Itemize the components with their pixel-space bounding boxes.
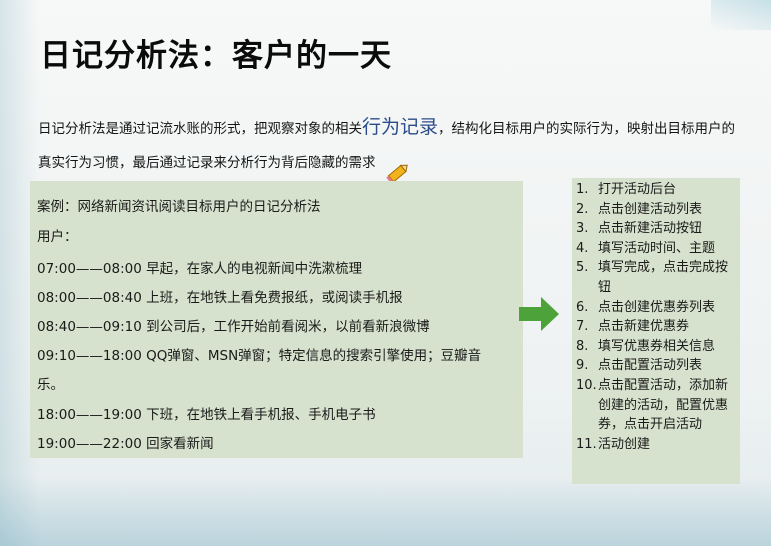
case-box: 案例：网络新闻资讯阅读目标用户的日记分析法 用户： 07:00——08:00 早… bbox=[30, 181, 523, 458]
step-item: 2. 点击创建活动列表 bbox=[576, 201, 703, 217]
step-item: 10. 点击配置活动，添加新创建的活动，配置优惠券，点击开启活动 bbox=[576, 377, 729, 433]
slide-title: 日记分析法：客户的一天 bbox=[40, 38, 392, 74]
case-line: 18:00——19:00 下班，在地铁上看手机报、手机电子书 bbox=[37, 407, 376, 423]
steps-box: 1. 打开活动后台 2. 点击创建活动列表 3. 点击新建活动按钮 4. 填写活动时间、… bbox=[572, 178, 740, 484]
top-right-decoration bbox=[711, 0, 771, 30]
bottom-decoration bbox=[0, 476, 771, 546]
case-line: 07:00——08:00 早起，在家人的电视新闻中洗漱梳理 bbox=[37, 261, 363, 277]
step-item: 7. 点击新建优惠券 bbox=[576, 319, 690, 335]
right-arrow-icon bbox=[519, 297, 559, 331]
step-item: 3. 点击新建活动按钮 bbox=[576, 221, 703, 237]
step-item: 4. 填写活动时间、主题 bbox=[576, 240, 716, 256]
steps-list: 1. 打开活动后台 2. 点击创建活动列表 3. 点击新建活动按钮 4. 填写活动时间、… bbox=[576, 180, 738, 454]
intro-text-1: 日记分析法是通过记流水账的形式，把观察对象的相关 bbox=[38, 121, 362, 137]
step-item: 11. 活动创建 bbox=[576, 436, 651, 452]
case-line: 19:00——22:00 回家看新闻 bbox=[37, 436, 214, 452]
case-user-label: 用户： bbox=[37, 229, 78, 245]
case-line: 乐。 bbox=[37, 377, 64, 393]
case-heading: 案例：网络新闻资讯阅读目标用户的日记分析法 bbox=[37, 199, 321, 215]
step-item: 9. 点击配置活动列表 bbox=[576, 358, 703, 374]
step-item: 6. 点击创建优惠券列表 bbox=[576, 299, 716, 315]
step-item: 8. 填写优惠券相关信息 bbox=[576, 338, 716, 354]
step-item: 5. 填写完成，点击完成按钮 bbox=[576, 260, 729, 295]
case-line: 09:10——18:00 QQ弹窗、MSN弹窗；特定信息的搜索引擎使用；豆瓣音 bbox=[37, 348, 482, 364]
step-item: 1. 打开活动后台 bbox=[576, 182, 677, 197]
case-line: 08:40——09:10 到公司后，工作开始前看阅米，以前看新浪微博 bbox=[37, 319, 430, 335]
case-line: 08:00——08:40 上班，在地铁上看免费报纸，或阅读手机报 bbox=[37, 290, 403, 306]
intro-highlight: 行为记录 bbox=[362, 116, 439, 138]
